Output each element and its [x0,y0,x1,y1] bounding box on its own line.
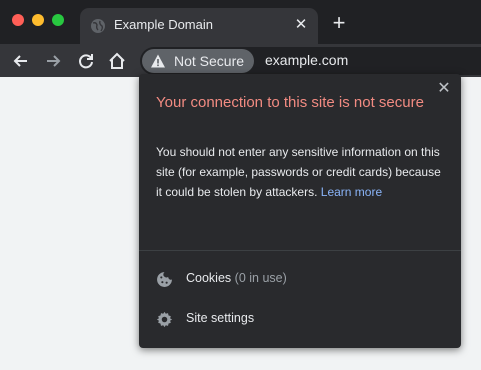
popup-close-icon[interactable]: ✕ [437,81,451,97]
warning-triangle-icon [151,54,165,68]
tab-strip: Example Domain ✕ + [0,0,481,44]
reload-button[interactable] [75,50,97,72]
home-button[interactable] [106,50,128,72]
back-button[interactable] [10,50,32,72]
toolbar: Not Secure example.com [0,44,481,77]
cookie-icon [157,272,172,287]
tab-close-icon[interactable]: ✕ [292,16,310,34]
tab-example-domain[interactable]: Example Domain ✕ [80,8,318,44]
back-arrow-icon [13,55,27,67]
learn-more-link[interactable]: Learn more [321,185,382,199]
site-settings-label: Site settings [186,311,255,325]
cookies-row[interactable]: Cookies (0 in use) [139,264,461,294]
popup-title: Your connection to this site is not secu… [156,94,424,111]
site-settings-row[interactable]: Site settings [139,304,461,334]
tab-title: Example Domain [114,17,213,32]
security-chip[interactable]: Not Secure [142,49,255,73]
security-chip-label: Not Secure [174,53,245,69]
reload-icon [79,54,93,69]
omnibox[interactable]: Not Secure example.com [140,47,481,75]
new-tab-button[interactable]: + [330,12,348,34]
traffic-light-minimize-icon[interactable] [32,14,44,26]
forward-arrow-icon [47,55,61,67]
globe-icon [91,19,105,33]
gear-icon [156,311,173,328]
cookies-count: (0 in use) [234,271,287,285]
forward-button[interactable] [42,50,64,72]
site-info-popup: ✕ Your connection to this site is not se… [139,74,461,348]
popup-body-text: You should not enter any sensitive infor… [156,145,441,199]
cookies-label: Cookies (0 in use) [186,271,287,285]
popup-body: You should not enter any sensitive infor… [156,142,448,202]
popup-divider [139,250,461,251]
cookies-label-text: Cookies [186,271,232,285]
traffic-light-zoom-icon[interactable] [52,14,64,26]
home-icon [109,52,125,69]
url-text[interactable]: example.com [265,52,348,68]
traffic-light-close-icon[interactable] [12,14,24,26]
